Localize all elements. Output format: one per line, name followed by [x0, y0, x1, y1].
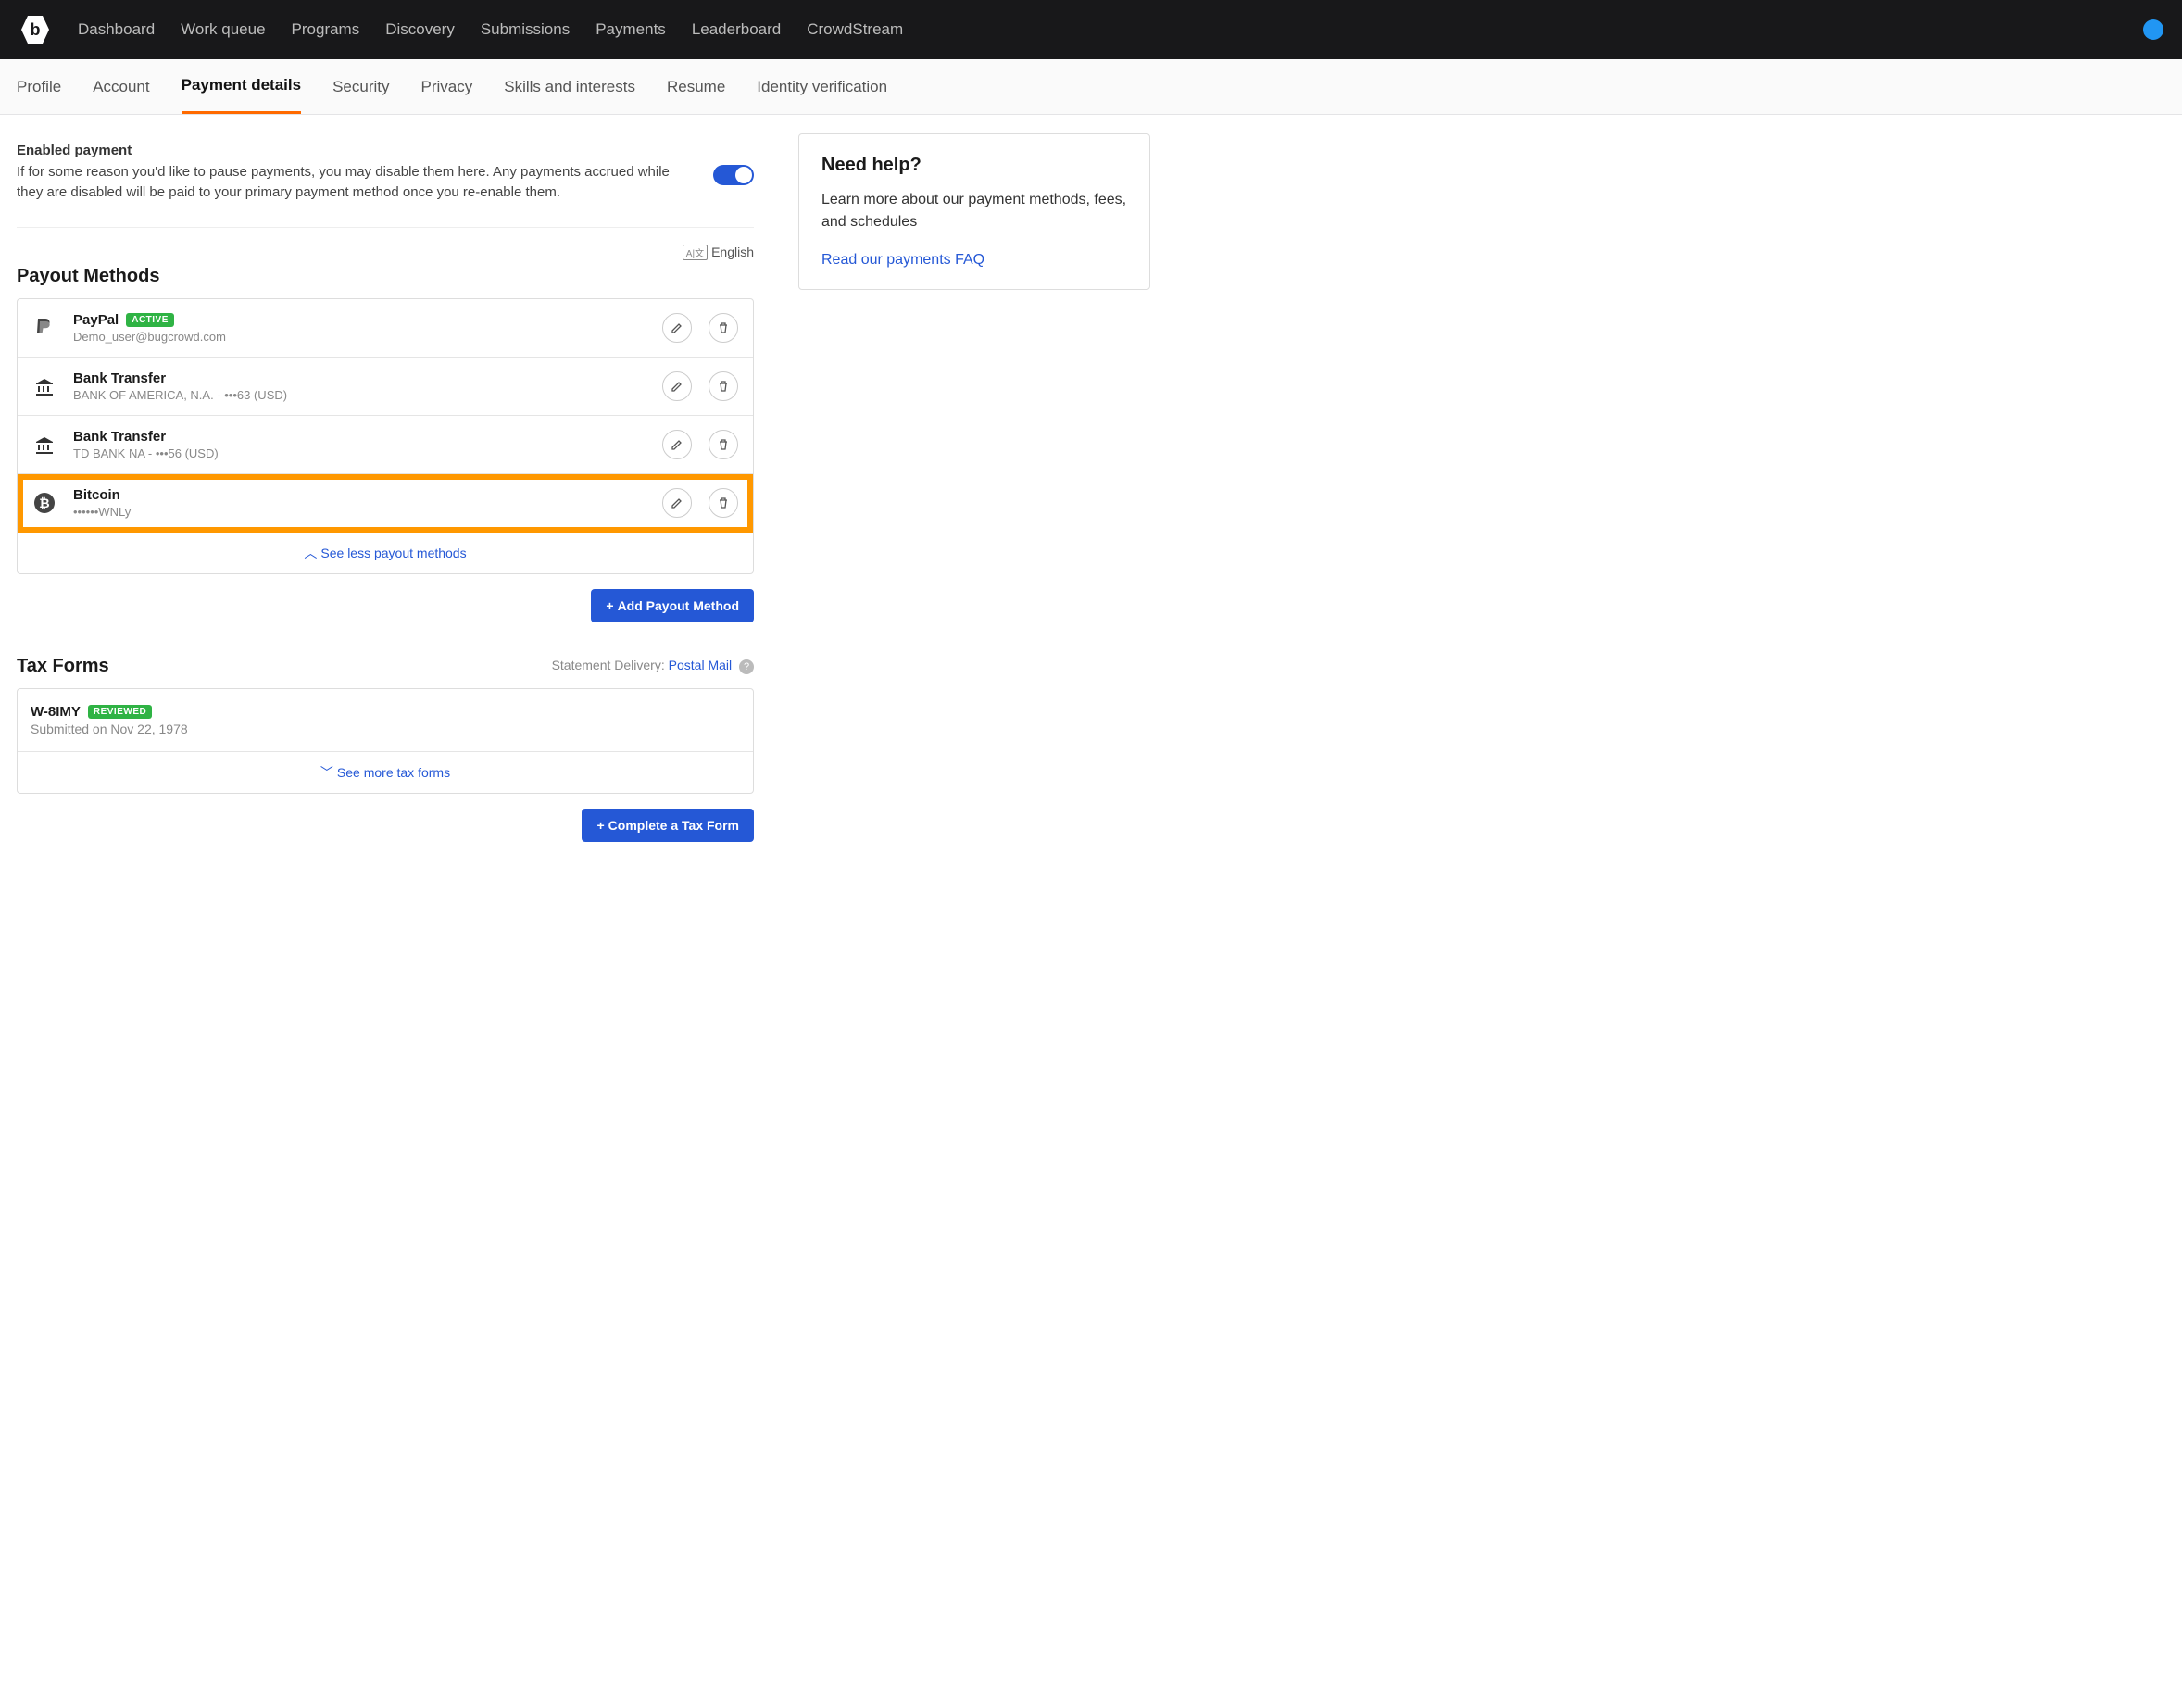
bitcoin-icon: ₿	[32, 491, 56, 515]
complete-tax-form-button[interactable]: +Complete a Tax Form	[582, 809, 754, 842]
nav-work-queue[interactable]: Work queue	[181, 20, 265, 39]
tax-form-row: W-8IMY REVIEWED Submitted on Nov 22, 197…	[18, 689, 753, 752]
tab-account[interactable]: Account	[93, 59, 149, 114]
delete-button[interactable]	[709, 371, 738, 401]
add-payout-method-button[interactable]: +Add Payout Method	[591, 589, 754, 622]
svg-text:₿: ₿	[39, 496, 49, 510]
payout-method-row: PayPal ACTIVE Demo_user@bugcrowd.com	[18, 299, 753, 358]
nav-discovery[interactable]: Discovery	[385, 20, 455, 39]
paypal-icon	[32, 316, 56, 340]
payout-method-sub: TD BANK NA - •••56 (USD)	[73, 446, 646, 460]
payout-method-title: PayPal	[73, 312, 119, 328]
tab-security[interactable]: Security	[332, 59, 389, 114]
statement-delivery: Statement Delivery: Postal Mail ?	[552, 658, 754, 674]
tax-form-sub: Submitted on Nov 22, 1978	[31, 722, 740, 736]
help-icon[interactable]: ?	[739, 659, 754, 674]
avatar[interactable]	[2143, 19, 2163, 40]
reviewed-badge: REVIEWED	[88, 705, 152, 719]
nav-submissions[interactable]: Submissions	[481, 20, 570, 39]
sub-nav: Profile Account Payment details Security…	[0, 59, 2182, 115]
payout-methods-list: PayPal ACTIVE Demo_user@bugcrowd.com Ban…	[17, 298, 754, 574]
payout-methods-heading: Payout Methods	[17, 266, 754, 287]
chevron-down-icon: ﹀	[320, 763, 333, 782]
tax-form-title: W-8IMY	[31, 704, 81, 720]
help-faq-link[interactable]: Read our payments FAQ	[821, 252, 984, 268]
active-badge: ACTIVE	[126, 313, 174, 327]
payout-method-sub: ••••••WNLy	[73, 505, 646, 519]
payout-method-title: Bitcoin	[73, 487, 120, 503]
help-card: Need help? Learn more about our payment …	[798, 133, 1150, 290]
payout-method-title: Bank Transfer	[73, 429, 166, 445]
enabled-payment-section: Enabled payment If for some reason you'd…	[17, 133, 754, 228]
edit-button[interactable]	[662, 430, 692, 459]
tax-forms-heading: Tax Forms	[17, 656, 109, 677]
tab-privacy[interactable]: Privacy	[421, 59, 473, 114]
payout-method-row: Bank Transfer TD BANK NA - •••56 (USD)	[18, 416, 753, 474]
top-nav: b Dashboard Work queue Programs Discover…	[0, 0, 2182, 59]
tab-resume[interactable]: Resume	[667, 59, 725, 114]
payout-method-row-bitcoin: ₿ Bitcoin ••••••WNLy	[18, 474, 753, 533]
nav-dashboard[interactable]: Dashboard	[78, 20, 155, 39]
see-more-tax-forms[interactable]: ﹀See more tax forms	[18, 752, 753, 793]
language-icon: A|文	[683, 245, 708, 260]
tax-forms-list: W-8IMY REVIEWED Submitted on Nov 22, 197…	[17, 688, 754, 794]
svg-text:b: b	[31, 20, 41, 39]
statement-delivery-link[interactable]: Postal Mail	[669, 658, 732, 672]
delete-button[interactable]	[709, 430, 738, 459]
logo[interactable]: b	[19, 13, 52, 46]
enabled-payment-toggle[interactable]	[713, 165, 754, 185]
main-content: Enabled payment If for some reason you'd…	[17, 133, 754, 842]
bank-icon	[32, 433, 56, 457]
delete-button[interactable]	[709, 313, 738, 343]
enabled-payment-title: Enabled payment	[17, 143, 685, 158]
sidebar: Need help? Learn more about our payment …	[798, 133, 1150, 842]
payout-method-sub: BANK OF AMERICA, N.A. - •••63 (USD)	[73, 388, 646, 402]
help-body: Learn more about our payment methods, fe…	[821, 189, 1127, 233]
payout-method-sub: Demo_user@bugcrowd.com	[73, 330, 646, 344]
nav-payments[interactable]: Payments	[596, 20, 666, 39]
payout-method-title: Bank Transfer	[73, 370, 166, 386]
nav-leaderboard[interactable]: Leaderboard	[692, 20, 781, 39]
bank-icon	[32, 374, 56, 398]
enabled-payment-desc: If for some reason you'd like to pause p…	[17, 162, 685, 203]
tab-skills[interactable]: Skills and interests	[504, 59, 635, 114]
edit-button[interactable]	[662, 488, 692, 518]
see-less-payout-methods[interactable]: ︿See less payout methods	[18, 533, 753, 573]
delete-button[interactable]	[709, 488, 738, 518]
nav-crowdstream[interactable]: CrowdStream	[807, 20, 903, 39]
help-title: Need help?	[821, 155, 1127, 176]
tab-profile[interactable]: Profile	[17, 59, 61, 114]
language-selector[interactable]: A|文English	[17, 245, 754, 260]
tab-payment-details[interactable]: Payment details	[182, 59, 301, 114]
edit-button[interactable]	[662, 371, 692, 401]
nav-programs[interactable]: Programs	[292, 20, 360, 39]
payout-method-row: Bank Transfer BANK OF AMERICA, N.A. - ••…	[18, 358, 753, 416]
edit-button[interactable]	[662, 313, 692, 343]
chevron-up-icon: ︿	[304, 544, 317, 562]
tab-identity[interactable]: Identity verification	[757, 59, 887, 114]
